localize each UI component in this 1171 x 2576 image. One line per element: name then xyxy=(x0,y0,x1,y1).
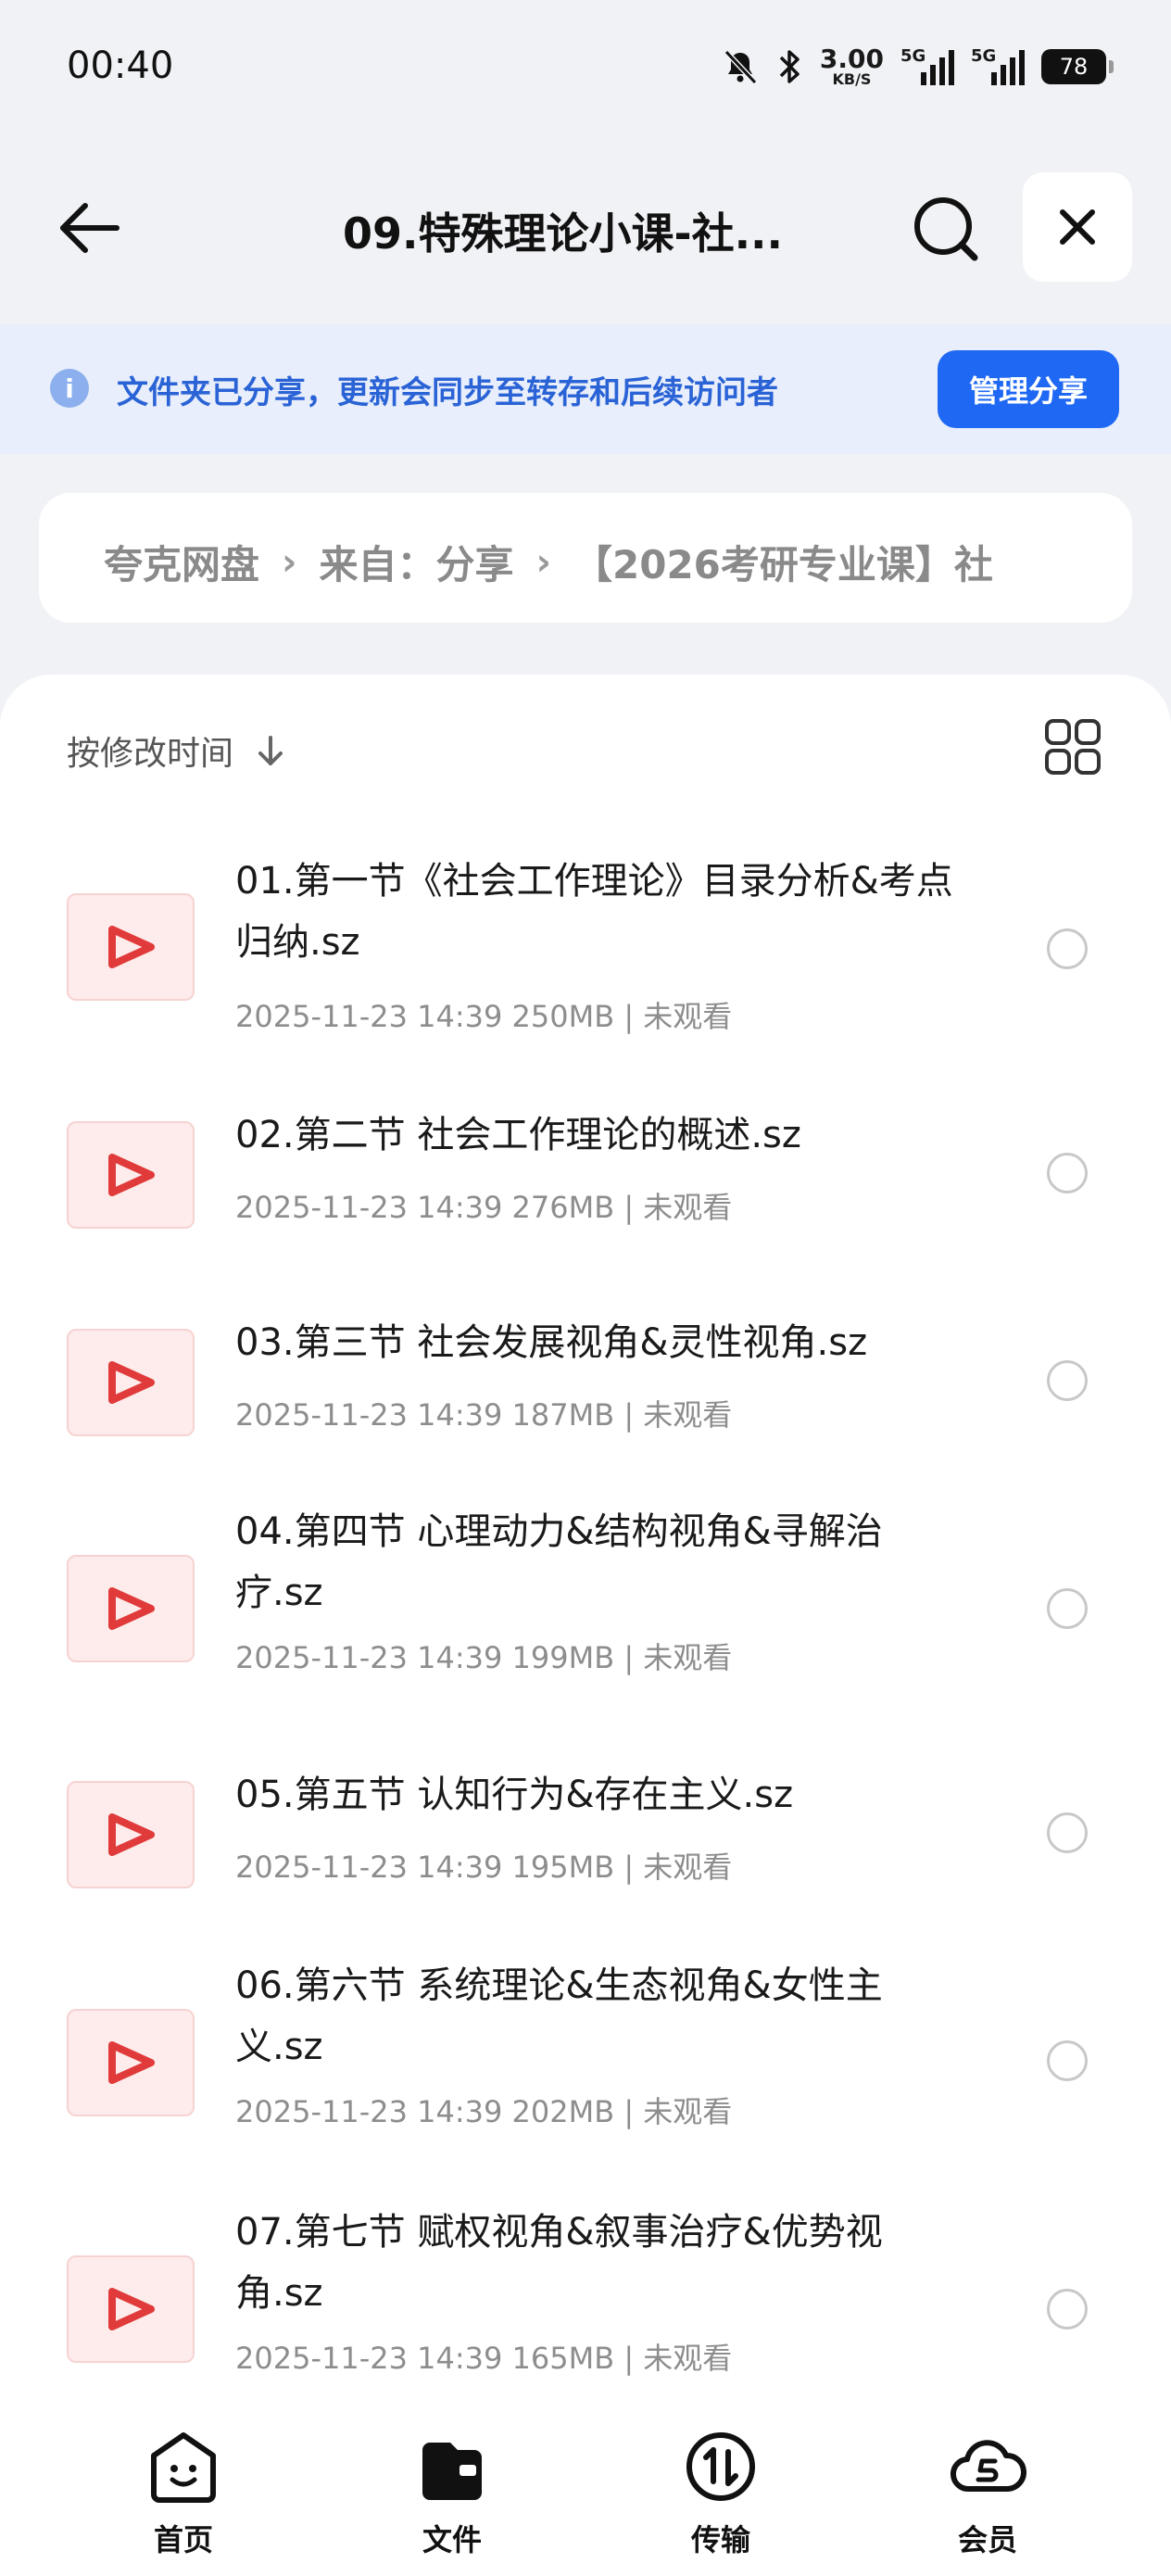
chevron-right-icon: › xyxy=(282,540,297,584)
grid-view-button[interactable] xyxy=(1043,717,1102,777)
file-meta: 2025-11-23 14:39 195MB | 未观看 xyxy=(235,1850,733,1885)
select-radio[interactable] xyxy=(1047,2040,1088,2081)
select-radio[interactable] xyxy=(1047,1360,1088,1401)
nav-label-home: 首页 xyxy=(153,2522,213,2557)
arrow-left-icon xyxy=(60,203,120,253)
chevron-right-icon: › xyxy=(535,540,551,584)
breadcrumb: 夸克网盘 › 来自：分享 › 【2026考研专业课】社 xyxy=(39,493,1132,623)
video-file-icon xyxy=(67,1329,195,1436)
list-item[interactable]: 07.第七节 赋权视角&叙事治疗&优势视角.sz 2025-11-23 14:3… xyxy=(0,2142,1171,2413)
file-panel: 按修改时间 01.第一节《社会工作理论》目录分析&考点归纳.sz 2025-11… xyxy=(0,675,1171,2417)
file-name: 05.第五节 认知行为&存在主义.sz xyxy=(235,1774,794,1816)
list-item[interactable]: 01.第一节《社会工作理论》目录分析&考点归纳.sz 2025-11-23 14… xyxy=(0,804,1171,1034)
breadcrumb-item-root[interactable]: 夸克网盘 xyxy=(104,534,259,590)
video-file-icon xyxy=(67,893,195,1001)
search-button[interactable] xyxy=(908,191,984,267)
nav-item-transfer[interactable]: 传输 xyxy=(647,2428,795,2567)
list-item[interactable]: 06.第六节 系统理论&生态视角&女性主义.sz 2025-11-23 14:3… xyxy=(0,1896,1171,2142)
share-banner: i 文件夹已分享，更新会同步至转存和后续访问者 管理分享 xyxy=(0,324,1171,454)
sort-button[interactable]: 按修改时间 xyxy=(67,726,289,775)
breadcrumb-item-share[interactable]: 来自：分享 xyxy=(320,534,514,590)
grid-icon xyxy=(1045,719,1101,775)
select-radio[interactable] xyxy=(1047,928,1088,969)
list-item[interactable]: 03.第三节 社会发展视角&灵性视角.sz 2025-11-23 14:39 1… xyxy=(0,1234,1171,1442)
bell-muted-icon xyxy=(724,49,758,85)
select-radio[interactable] xyxy=(1047,1153,1088,1193)
file-name: 02.第二节 社会工作理论的概述.sz xyxy=(235,1114,801,1156)
vip-cloud-icon xyxy=(951,2440,1026,2493)
file-name: 01.第一节《社会工作理论》目录分析&考点归纳.sz xyxy=(235,860,953,964)
nav-label-vip: 会员 xyxy=(957,2522,1017,2557)
network-speed: 3.00 KB/S xyxy=(819,44,884,88)
video-file-icon xyxy=(67,1121,195,1229)
nav-label-files: 文件 xyxy=(422,2522,482,2557)
video-file-icon xyxy=(67,1781,195,1888)
video-file-icon xyxy=(67,1555,195,1662)
bluetooth-icon xyxy=(779,50,800,83)
signal-icon: 5G xyxy=(900,46,954,85)
select-radio[interactable] xyxy=(1047,1812,1088,1853)
file-meta: 2025-11-23 14:39 187MB | 未观看 xyxy=(235,1397,733,1433)
nav-item-home[interactable]: 首页 xyxy=(109,2428,258,2567)
breadcrumb-item-folder[interactable]: 【2026考研专业课】社 xyxy=(573,534,993,590)
file-name: 07.第七节 赋权视角&叙事治疗&优势视角.sz xyxy=(235,2211,883,2315)
home-face-icon xyxy=(151,2432,216,2503)
arrow-down-icon xyxy=(258,736,283,765)
file-name: 03.第三节 社会发展视角&灵性视角.sz xyxy=(235,1321,868,1364)
bottom-nav: 首页 文件 传输 会员 xyxy=(0,2417,1171,2576)
video-file-icon xyxy=(67,2009,195,2116)
close-icon xyxy=(1060,209,1095,245)
status-icons: 3.00 KB/S 5G 5G 78 xyxy=(722,41,1114,93)
select-radio[interactable] xyxy=(1047,2289,1088,2330)
back-button[interactable] xyxy=(52,191,126,265)
status-bar: 00:40 3.00 KB/S 5G 5G 78 xyxy=(0,0,1171,139)
list-item[interactable]: 02.第二节 社会工作理论的概述.sz 2025-11-23 14:39 276… xyxy=(0,1027,1171,1234)
close-button[interactable] xyxy=(1023,172,1132,282)
file-name: 04.第四节 心理动力&结构视角&寻解治疗.sz xyxy=(235,1510,883,1614)
nav-item-files[interactable]: 文件 xyxy=(378,2428,526,2567)
video-file-icon xyxy=(67,2255,195,2363)
status-time: 00:40 xyxy=(67,44,174,87)
file-meta: 2025-11-23 14:39 165MB | 未观看 xyxy=(235,2341,733,2376)
select-radio[interactable] xyxy=(1047,1588,1088,1629)
file-name: 06.第六节 系统理论&生态视角&女性主义.sz xyxy=(235,1964,883,2068)
share-banner-text: 文件夹已分享，更新会同步至转存和后续访问者 xyxy=(117,374,778,411)
nav-label-transfer: 传输 xyxy=(690,2522,750,2557)
transfer-icon xyxy=(686,2432,755,2501)
battery-icon: 78 xyxy=(1041,49,1114,84)
sort-label: 按修改时间 xyxy=(67,735,234,773)
header: 09.特殊理论小课-社... xyxy=(0,158,1171,297)
list-item[interactable]: 05.第五节 认知行为&存在主义.sz 2025-11-23 14:39 195… xyxy=(0,1668,1171,1896)
info-icon: i xyxy=(50,369,89,408)
file-meta: 2025-11-23 14:39 202MB | 未观看 xyxy=(235,2094,733,2129)
page-title: 09.特殊理论小课-社... xyxy=(343,208,784,259)
file-meta: 2025-11-23 14:39 276MB | 未观看 xyxy=(235,1190,733,1225)
nav-item-vip[interactable]: 会员 xyxy=(913,2428,1062,2567)
signal-icon: 5G xyxy=(971,46,1025,85)
list-item[interactable]: 04.第四节 心理动力&结构视角&寻解治疗.sz 2025-11-23 14:3… xyxy=(0,1442,1171,1675)
manage-share-button[interactable]: 管理分享 xyxy=(938,350,1119,428)
wallet-folder-icon xyxy=(422,2443,482,2500)
search-icon xyxy=(914,197,978,261)
